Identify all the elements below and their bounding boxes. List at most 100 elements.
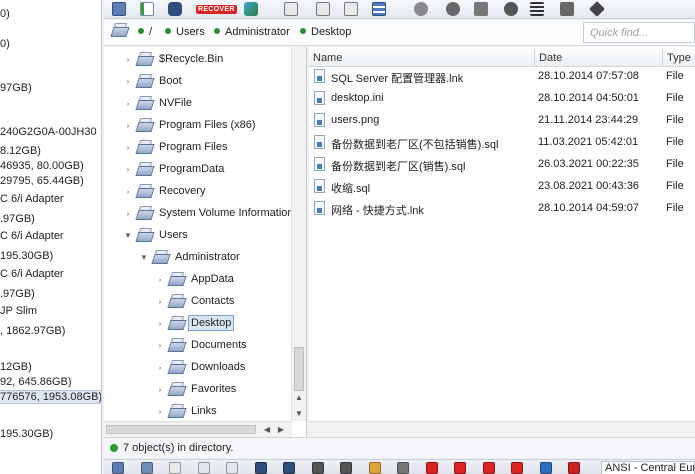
file-row[interactable]: 备份数据到老厂区(不包括销售).sql 11.03.2021 05:42:01 Fi…	[309, 132, 695, 154]
binoculars-icon[interactable]	[283, 460, 295, 474]
device-line[interactable]: 46935, 80.00GB)	[0, 160, 84, 172]
expand-icon[interactable]: ›	[154, 275, 166, 284]
expand-icon[interactable]: ›	[122, 77, 134, 86]
expand-icon[interactable]: ›	[154, 363, 166, 372]
bookmark-icon[interactable]	[368, 460, 381, 474]
tree-node[interactable]: › ProgramData	[122, 159, 224, 179]
file-row[interactable]: 备份数据到老厂区(销售).sql 26.03.2021 00:22:35 File	[309, 154, 695, 176]
copy-icon[interactable]	[197, 460, 210, 474]
tree-vertical-scrollbar[interactable]: ▲ ▼	[291, 47, 306, 421]
tree-scroll-thumb[interactable]	[294, 347, 304, 391]
expand-icon[interactable]: ›	[154, 407, 166, 416]
device-line[interactable]: .97GB)	[0, 288, 35, 300]
binoculars-icon[interactable]	[254, 460, 267, 474]
table-icon[interactable]	[372, 1, 386, 17]
forward-icon[interactable]	[340, 460, 352, 474]
scroll-right-icon[interactable]: ▶	[274, 425, 288, 434]
expand-icon[interactable]: ›	[122, 187, 134, 196]
device-line[interactable]: 8.12GB)	[0, 145, 41, 157]
file-row[interactable]: SQL Server 配置管理器.lnk 28.10.2014 07:57:08 F…	[309, 66, 695, 88]
column-header-name[interactable]: Name	[309, 49, 535, 67]
tree-node[interactable]: ▼ Users	[122, 225, 188, 245]
device-line[interactable]: 29795, 65.44GB)	[0, 175, 84, 187]
expand-icon[interactable]: ›	[122, 143, 134, 152]
tree-node[interactable]: › Boot	[122, 71, 182, 91]
device-line[interactable]: 97GB)	[0, 82, 32, 94]
tree-node[interactable]: › Documents	[154, 335, 247, 355]
breadcrumb-root[interactable]: /	[138, 26, 152, 38]
paste-icon[interactable]	[226, 460, 238, 474]
encoding-select[interactable]: ANSI - Central Euro	[601, 461, 695, 474]
save-icon[interactable]	[112, 1, 126, 17]
tree-node[interactable]: › Recovery	[122, 181, 205, 201]
scroll-left-icon[interactable]: ◀	[260, 425, 274, 434]
tree-node[interactable]: › Downloads	[154, 357, 245, 377]
tree-horizontal-scrollbar[interactable]: ◀ ▶	[104, 421, 292, 437]
erase-icon[interactable]	[589, 1, 605, 17]
breadcrumb-administrator[interactable]: Administrator	[214, 26, 290, 38]
settings-icon[interactable]	[446, 1, 460, 17]
scroll-down-icon[interactable]: ▼	[292, 409, 306, 418]
sync-icon[interactable]	[539, 460, 552, 474]
tree-node[interactable]: › Program Files (x86)	[122, 115, 256, 135]
scroll-up-icon[interactable]: ▲	[292, 393, 306, 402]
checklist-icon[interactable]	[140, 1, 154, 17]
disk-scan-icon[interactable]	[244, 1, 258, 17]
expand-icon[interactable]: ›	[122, 99, 134, 108]
tree-node[interactable]: › Program Files	[122, 137, 227, 157]
device-line[interactable]: 0)	[0, 8, 10, 20]
page-icon[interactable]	[169, 460, 181, 474]
expand-icon[interactable]: ›	[154, 385, 166, 394]
tree-node[interactable]: › AppData	[154, 269, 234, 289]
expand-icon[interactable]: ›	[154, 341, 166, 350]
bug-icon[interactable]	[504, 1, 518, 17]
page-export-icon[interactable]	[344, 1, 358, 17]
flag-next-icon[interactable]	[482, 460, 495, 474]
device-line[interactable]: 195.30GB)	[0, 250, 53, 262]
brush-icon[interactable]	[568, 460, 580, 474]
file-row[interactable]: 收缩.sql 23.08.2021 00:43:36 File	[309, 176, 695, 198]
flag-icon[interactable]	[425, 460, 438, 474]
file-row[interactable]: users.png 21.11.2014 23:44:29 File	[309, 110, 695, 132]
flag-clear-icon[interactable]	[511, 460, 523, 474]
tree-node[interactable]: › Favorites	[154, 379, 236, 399]
gears-icon[interactable]	[414, 1, 428, 17]
back-icon[interactable]	[311, 460, 324, 474]
file-row[interactable]: 网络 - 快捷方式.lnk 28.10.2014 04:59:07 File	[309, 198, 695, 220]
collapse-icon[interactable]: ▼	[122, 231, 134, 240]
recover-icon[interactable]: RECOVER	[196, 1, 237, 17]
device-line[interactable]: 195.30GB)	[0, 428, 53, 440]
binoculars-icon[interactable]	[168, 1, 182, 17]
connect-icon[interactable]	[474, 1, 488, 17]
select-icon[interactable]	[140, 460, 153, 474]
goto-icon[interactable]	[397, 460, 409, 474]
device-line[interactable]: 12GB)	[0, 361, 32, 373]
device-line[interactable]: .97GB)	[0, 213, 35, 225]
quick-find-input[interactable]	[583, 22, 695, 43]
tree-hscroll-thumb[interactable]	[106, 425, 256, 434]
device-line[interactable]: 0)	[0, 38, 10, 50]
device-line[interactable]: JP Slim	[0, 305, 37, 317]
expand-icon[interactable]: ›	[122, 55, 134, 64]
page-icon[interactable]	[284, 1, 298, 17]
flag-prev-icon[interactable]	[454, 460, 466, 474]
device-line[interactable]: 240G2G0A-00JH30	[0, 126, 97, 138]
device-line[interactable]: C 6/i Adapter	[0, 230, 64, 242]
device-line[interactable]: , 1862.97GB)	[0, 325, 65, 337]
tree-node[interactable]: › NVFile	[122, 93, 192, 113]
collapse-icon[interactable]: ▼	[138, 253, 150, 262]
device-line[interactable]: C 6/i Adapter	[0, 268, 64, 280]
tree-node[interactable]: › Desktop	[154, 313, 235, 333]
tree-node[interactable]: › Links	[154, 401, 217, 421]
device-line[interactable]: 92, 645.86GB)	[0, 376, 72, 388]
expand-icon[interactable]: ›	[122, 121, 134, 130]
column-header-type[interactable]: Type	[663, 49, 695, 67]
expand-icon[interactable]: ›	[122, 209, 134, 218]
device-line[interactable]: 776576, 1953.08GB)	[0, 390, 101, 404]
breadcrumb-users[interactable]: Users	[165, 26, 205, 38]
device-line[interactable]: C 6/i Adapter	[0, 193, 64, 205]
tree-node[interactable]: › $Recycle.Bin	[122, 49, 223, 69]
tree-node[interactable]: › Contacts	[154, 291, 234, 311]
expand-icon[interactable]: ›	[154, 319, 166, 328]
page-edit-icon[interactable]	[316, 1, 330, 17]
